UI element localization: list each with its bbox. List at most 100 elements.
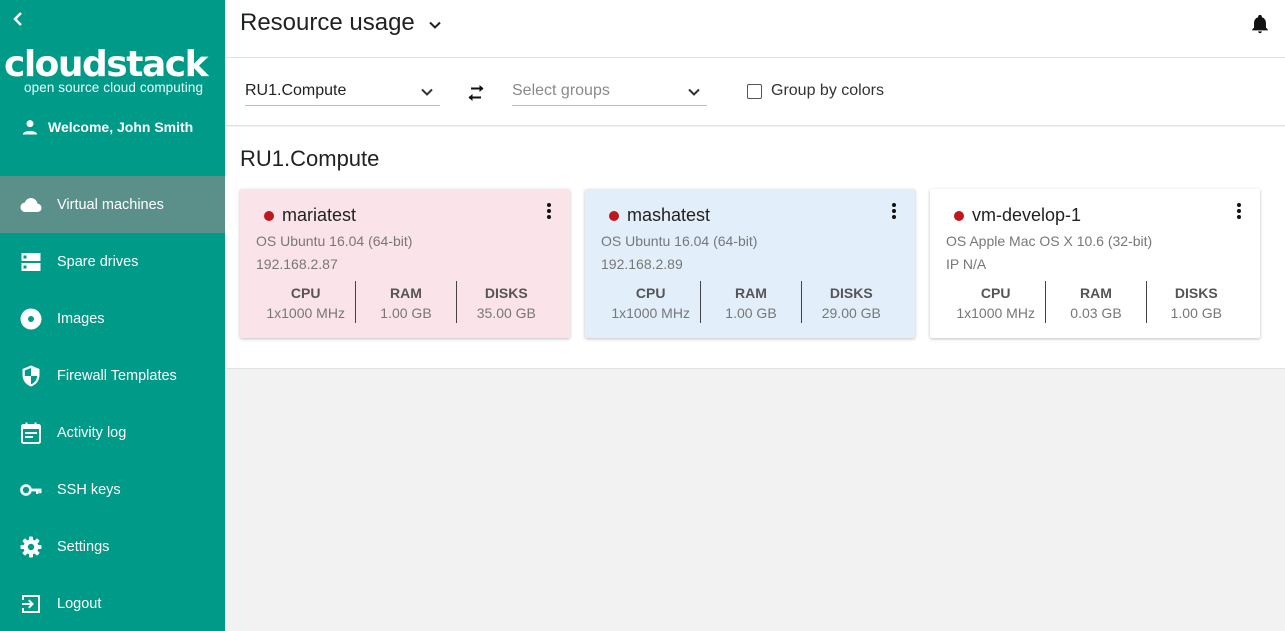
stat-label: DISKS	[484, 285, 528, 301]
stat-value: 1x1000 MHz	[266, 305, 345, 321]
sidebar-item-spare-drives[interactable]: Spare drives	[0, 233, 225, 290]
more-vert-icon[interactable]	[540, 201, 558, 221]
vm-os: OS Ubuntu 16.04 (64-bit)	[256, 233, 413, 249]
checkbox-label: Group by colors	[771, 82, 884, 99]
zone-select[interactable]: RU1.Compute	[245, 78, 440, 106]
bell-icon[interactable]	[1249, 13, 1271, 35]
checkbox-box[interactable]	[747, 83, 762, 99]
vm-ip: IP N/A	[946, 256, 987, 272]
sidebar-item-firewall-templates[interactable]: Firewall Templates	[0, 347, 225, 404]
vm-stats: CPU 1x1000 MHz RAM 1.00 GB DISKS 35.00 GB	[256, 281, 556, 323]
event-note-icon	[19, 421, 43, 445]
stat-label: CPU	[290, 285, 321, 301]
sidebar-item-images[interactable]: Images	[0, 290, 225, 347]
storage-icon	[19, 250, 43, 274]
vm-name: vm-develop-1	[972, 205, 1082, 225]
groups-select-placeholder: Select groups	[512, 82, 610, 99]
chevron-down-icon	[421, 88, 433, 96]
zone-select-value: RU1.Compute	[245, 82, 347, 99]
page-title-dropdown[interactable]: Resource usage	[240, 9, 445, 37]
group-by-colors-checkbox[interactable]: Group by colors	[747, 82, 884, 100]
vm-ip: 192.168.2.87	[256, 256, 338, 272]
vm-card[interactable]: mariatest OS Ubuntu 16.04 (64-bit) 192.1…	[240, 189, 570, 338]
more-vert-icon[interactable]	[1230, 201, 1248, 221]
main-area: Resource usage RU1.Compute Select groups…	[225, 0, 1285, 631]
vm-stats: CPU 1x1000 MHz RAM 0.03 GB DISKS 1.00 GB	[946, 281, 1246, 323]
groups-select[interactable]: Select groups	[512, 78, 707, 106]
stat-ram: RAM 1.00 GB	[356, 281, 457, 323]
stat-value: 35.00 GB	[476, 305, 536, 321]
sidebar-nav: Virtual machines Spare drives Images Fir…	[0, 176, 225, 631]
stat-cpu: CPU 1x1000 MHz	[601, 281, 702, 323]
chevron-left-icon[interactable]	[10, 10, 26, 28]
vm-group-section: RU1.Compute mariatest OS Ubuntu 16.04 (6…	[225, 127, 1285, 369]
topbar: Resource usage	[225, 0, 1285, 58]
sidebar-item-settings[interactable]: Settings	[0, 518, 225, 575]
welcome-user: Welcome, John Smith	[20, 116, 193, 138]
vm-name: mariatest	[282, 205, 357, 225]
sidebar-item-label: Spare drives	[57, 253, 139, 270]
vm-name-row: mariatest	[264, 205, 356, 226]
disc-icon	[19, 307, 43, 331]
sidebar-item-label: Logout	[57, 595, 102, 612]
chevron-down-icon	[688, 88, 700, 96]
vm-stats: CPU 1x1000 MHz RAM 1.00 GB DISKS 29.00 GB	[601, 281, 901, 323]
stat-label: CPU	[980, 285, 1011, 301]
logo-text: cloudstack	[4, 44, 209, 85]
stat-disks: DISKS 29.00 GB	[802, 281, 901, 323]
logo-subtitle: open source cloud computing	[24, 80, 204, 95]
stat-ram: RAM 1.00 GB	[701, 281, 802, 323]
sidebar-item-label: Settings	[57, 538, 110, 555]
sidebar-item-label: Virtual machines	[57, 196, 164, 213]
exit-icon	[19, 592, 43, 616]
sidebar-item-label: SSH keys	[57, 481, 121, 498]
vm-name-row: vm-develop-1	[954, 205, 1081, 226]
sidebar-item-label: Firewall Templates	[57, 367, 177, 384]
vm-name-row: mashatest	[609, 205, 710, 226]
vm-name: mashatest	[627, 205, 711, 225]
stat-cpu: CPU 1x1000 MHz	[256, 281, 357, 323]
gear-icon	[19, 535, 43, 559]
status-dot	[264, 210, 274, 221]
vm-os: OS Apple Mac OS X 10.6 (32-bit)	[946, 233, 1153, 249]
sidebar: cloudstack open source cloud computing W…	[0, 0, 225, 631]
group-title: RU1.Compute	[240, 146, 380, 171]
stat-value: 1.00 GB	[725, 305, 777, 321]
stat-disks: DISKS 35.00 GB	[457, 281, 556, 323]
chevron-down-icon	[429, 21, 441, 29]
cloud-icon	[19, 193, 43, 217]
stat-label: RAM	[390, 285, 422, 301]
stat-label: RAM	[735, 285, 767, 301]
stat-ram: RAM 0.03 GB	[1046, 281, 1147, 323]
sidebar-item-activity-log[interactable]: Activity log	[0, 404, 225, 461]
more-vert-icon[interactable]	[885, 201, 903, 221]
welcome-text: Welcome, John Smith	[48, 119, 194, 135]
stat-value: 1x1000 MHz	[611, 305, 690, 321]
vm-card[interactable]: mashatest OS Ubuntu 16.04 (64-bit) 192.1…	[585, 189, 915, 338]
status-dot	[609, 210, 619, 221]
key-icon	[19, 478, 43, 502]
sidebar-item-logout[interactable]: Logout	[0, 575, 225, 631]
person-icon	[22, 120, 38, 135]
stat-value: 29.00 GB	[821, 305, 881, 321]
stat-value: 1.00 GB	[380, 305, 432, 321]
status-dot	[954, 210, 964, 221]
sidebar-item-label: Images	[57, 310, 105, 327]
shield-icon	[19, 364, 43, 388]
stat-label: CPU	[635, 285, 666, 301]
stat-value: 0.03 GB	[1070, 305, 1122, 321]
stat-label: RAM	[1080, 285, 1112, 301]
stat-cpu: CPU 1x1000 MHz	[946, 281, 1047, 323]
stat-label: DISKS	[829, 285, 873, 301]
stat-value: 1x1000 MHz	[956, 305, 1035, 321]
page-title: Resource usage	[240, 9, 415, 36]
stat-value: 1.00 GB	[1170, 305, 1222, 321]
vm-os: OS Ubuntu 16.04 (64-bit)	[601, 233, 758, 249]
swap-horiz-icon[interactable]	[465, 82, 487, 104]
vm-card[interactable]: vm-develop-1 OS Apple Mac OS X 10.6 (32-…	[930, 189, 1260, 338]
stat-disks: DISKS 1.00 GB	[1147, 281, 1246, 323]
logo: cloudstack open source cloud computing	[4, 46, 219, 98]
stat-label: DISKS	[1174, 285, 1218, 301]
sidebar-item-ssh-keys[interactable]: SSH keys	[0, 461, 225, 518]
sidebar-item-virtual-machines[interactable]: Virtual machines	[0, 176, 225, 233]
